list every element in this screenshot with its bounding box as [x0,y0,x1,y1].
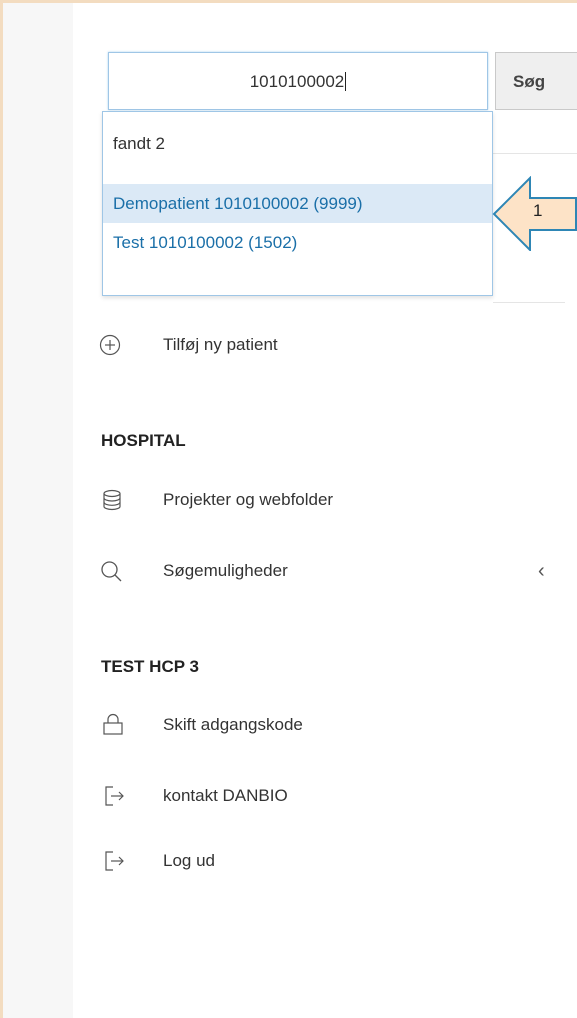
projects-link[interactable]: Projekter og webfolder [163,490,333,510]
divider [493,153,577,154]
add-patient-link[interactable]: Tilføj ny patient [163,335,278,355]
result-item-test[interactable]: Test 1010100002 (1502) [103,223,492,262]
plus-circle-icon [99,334,121,356]
database-icon [103,489,121,511]
contact-danbio-link[interactable]: kontakt DANBIO [163,786,288,806]
divider [493,302,565,303]
left-gutter [3,3,73,1018]
search-input-value: 1010100002 [249,72,345,91]
logout-link[interactable]: Log ud [163,851,215,871]
logout-icon [105,851,124,871]
lock-icon [103,713,123,735]
hospital-heading: HOSPITAL [101,431,186,450]
user-heading: TEST HCP 3 [101,657,199,676]
results-count: fandt 2 [113,134,165,153]
callout-number: 1 [533,201,543,220]
change-password-link[interactable]: Skift adgangskode [163,715,303,735]
chevron-left-icon[interactable]: ‹ [538,560,545,583]
result-item-demopatient[interactable]: Demopatient 1010100002 (9999) [103,184,492,223]
search-options-link[interactable]: Søgemuligheder [163,561,288,581]
search-input[interactable]: 1010100002 [108,52,488,110]
search-results-dropdown: fandt 2 Demopatient 1010100002 (9999) Te… [102,111,493,296]
text-caret [345,71,347,91]
exit-icon [105,786,124,806]
search-icon [101,561,122,582]
search-button[interactable]: Søg [495,52,577,110]
